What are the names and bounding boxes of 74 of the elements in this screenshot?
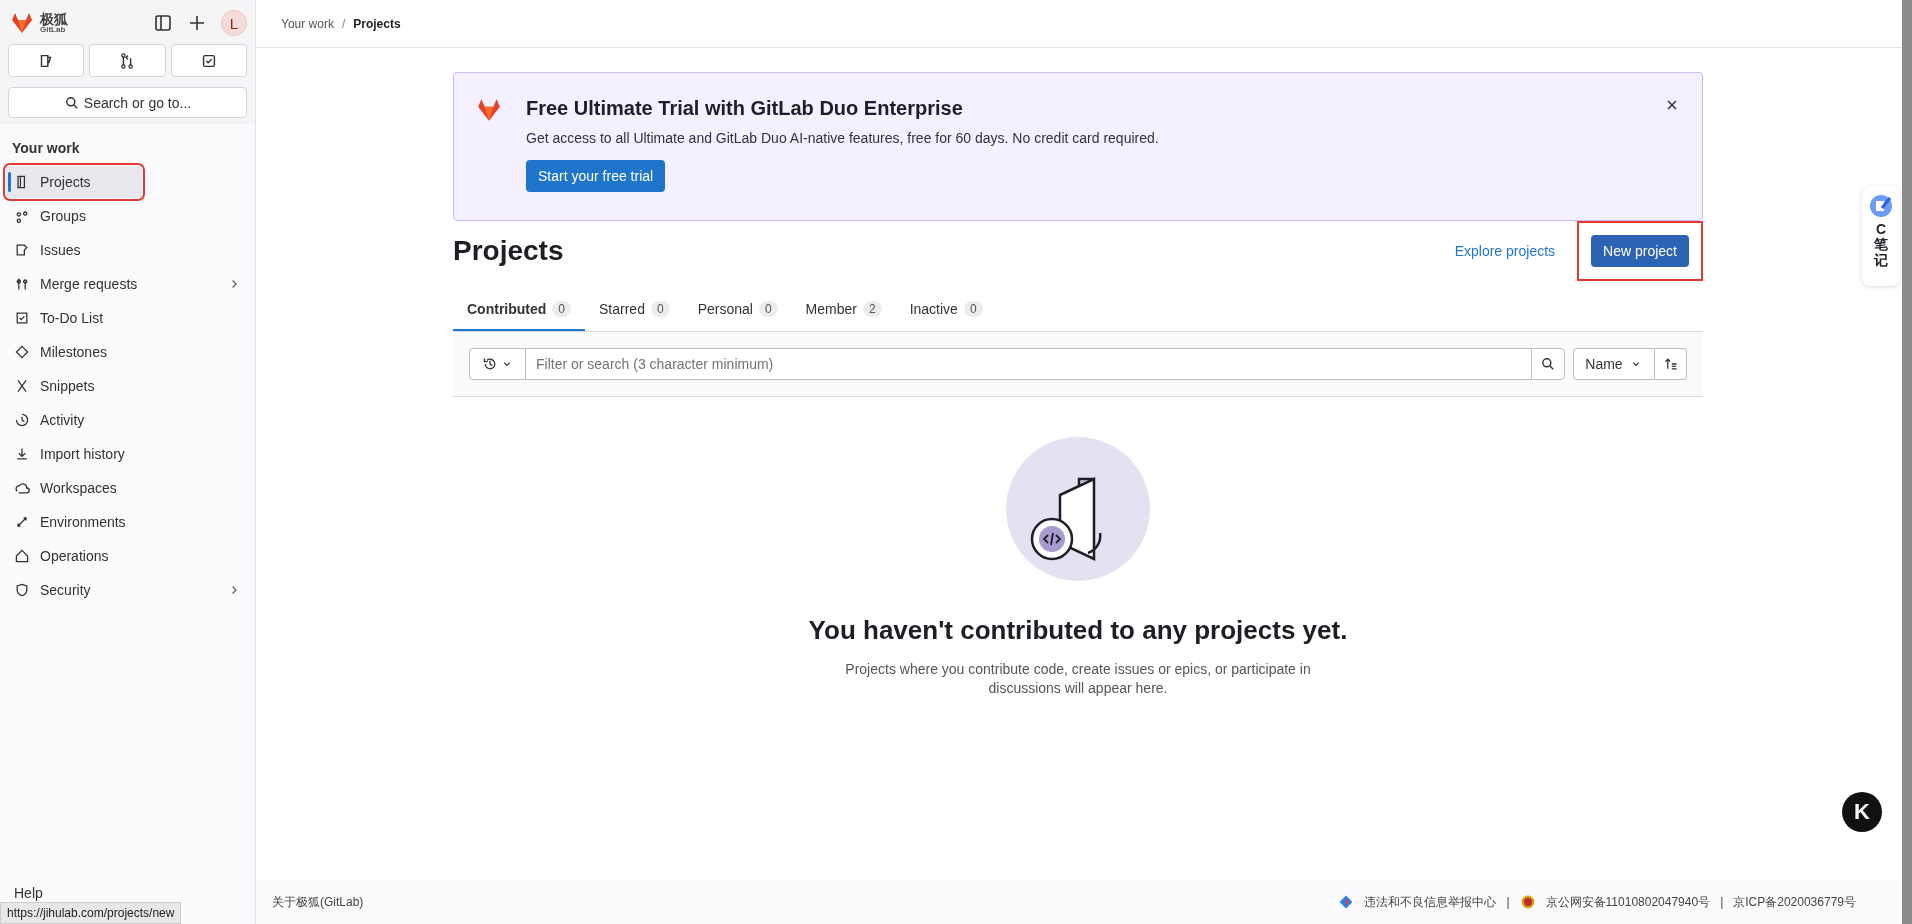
issues-button[interactable]	[8, 44, 85, 77]
footer-link[interactable]: 京公网安备11010802047940号	[1545, 893, 1711, 911]
nav-icon	[14, 514, 30, 530]
breadcrumb-separator: /	[341, 16, 346, 31]
report-icon	[1338, 894, 1355, 910]
sidebar-item[interactable]: Issues	[6, 234, 249, 266]
sort-dropdown[interactable]: Name	[1573, 348, 1655, 380]
search-icon	[63, 94, 80, 111]
filter-field[interactable]: Filter or search (3 character minimum)	[526, 348, 1531, 380]
nav-icon	[14, 446, 30, 462]
tab[interactable]: Personal 0	[683, 291, 792, 331]
sidebar-item[interactable]: Environments	[6, 506, 249, 538]
police-badge-icon	[1519, 894, 1536, 910]
search-button[interactable]: Search or go to...	[8, 87, 247, 118]
notes-icon	[1869, 194, 1893, 218]
user-avatar[interactable]: L	[221, 10, 247, 36]
nav-icon	[14, 310, 30, 326]
sidebar-item[interactable]: Groups	[6, 200, 249, 232]
sidebar-item[interactable]: Workspaces	[6, 472, 249, 504]
status-url: https://jihulab.com/projects/new	[0, 902, 182, 924]
help-link[interactable]: Help	[14, 885, 43, 901]
tab[interactable]: Member 2	[791, 291, 896, 331]
logo-icon	[476, 97, 502, 123]
page-title: Projects	[453, 235, 564, 267]
nav-icon	[14, 208, 30, 224]
todo-button[interactable]	[170, 44, 247, 77]
sidebar-item[interactable]: Operations	[6, 540, 249, 572]
panel-toggle-icon[interactable]	[153, 13, 173, 33]
nav-icon	[14, 242, 30, 258]
sidebar-item[interactable]: Merge requests	[6, 268, 249, 300]
empty-state-title: You haven't contributed to any projects yet.	[808, 615, 1348, 646]
empty-state-text: Projects where you contribute code, create issues or epics, or participate in discussions will appear here.	[844, 660, 1312, 698]
sort-icon	[1662, 356, 1679, 372]
nav-icon	[14, 480, 30, 496]
plus-icon[interactable]	[187, 13, 207, 33]
sidebar-item[interactable]: Activity	[6, 404, 249, 436]
about-link[interactable]: 关于极狐(GitLab)	[272, 893, 364, 911]
nav-icon	[14, 548, 30, 564]
search-button[interactable]	[1531, 348, 1565, 380]
footer-link[interactable]: 违法和不良信息举报中心	[1364, 893, 1497, 911]
explore-link[interactable]: Explore projects	[1454, 243, 1556, 259]
breadcrumb-current: Projects	[353, 16, 401, 31]
breadcrumb-link[interactable]: Your work	[281, 16, 334, 31]
tab[interactable]: Starred 0	[585, 291, 684, 331]
brand-subtitle: GitLab	[40, 26, 66, 34]
sidebar-item[interactable]: Projects	[6, 166, 142, 198]
history-icon	[481, 356, 498, 372]
brand-name: 极狐	[40, 12, 68, 26]
tab[interactable]: Inactive 0	[895, 291, 997, 331]
footer-separator: |	[1506, 895, 1510, 909]
notes-widget[interactable]: C笔记	[1862, 186, 1900, 286]
history-dropdown[interactable]	[469, 348, 526, 380]
trial-button[interactable]: Start your free trial	[526, 160, 666, 192]
banner-text: Get access to all Ultimate and GitLab Duo AI-native features, free for 60 days. No credit card required.	[526, 130, 1159, 146]
nav-icon	[14, 344, 30, 360]
scrollbar[interactable]	[1902, 0, 1912, 924]
nav-icon	[14, 276, 30, 292]
merge-requests-button[interactable]	[89, 44, 166, 77]
nav-icon	[14, 412, 30, 428]
floating-avatar[interactable]: K	[1842, 792, 1882, 832]
banner-title: Free Ultimate Trial with GitLab Duo Enterprise	[526, 97, 963, 120]
sidebar-item[interactable]: To-Do List	[6, 302, 249, 334]
sort-direction-button[interactable]	[1655, 348, 1687, 380]
logo-icon[interactable]	[10, 11, 34, 35]
sidebar-item[interactable]: Milestones	[6, 336, 249, 368]
sidebar-item[interactable]: Security	[6, 574, 249, 606]
new-project-button[interactable]: New project	[1591, 235, 1689, 267]
sidebar-item[interactable]: Import history	[6, 438, 249, 470]
sidebar-item[interactable]: Snippets	[6, 370, 249, 402]
section-heading: Your work	[11, 139, 81, 158]
footer-separator: |	[1720, 895, 1724, 909]
nav-icon	[14, 582, 30, 598]
search-icon	[1540, 356, 1556, 372]
footer-link[interactable]: 京ICP备2020036779号	[1733, 893, 1856, 911]
